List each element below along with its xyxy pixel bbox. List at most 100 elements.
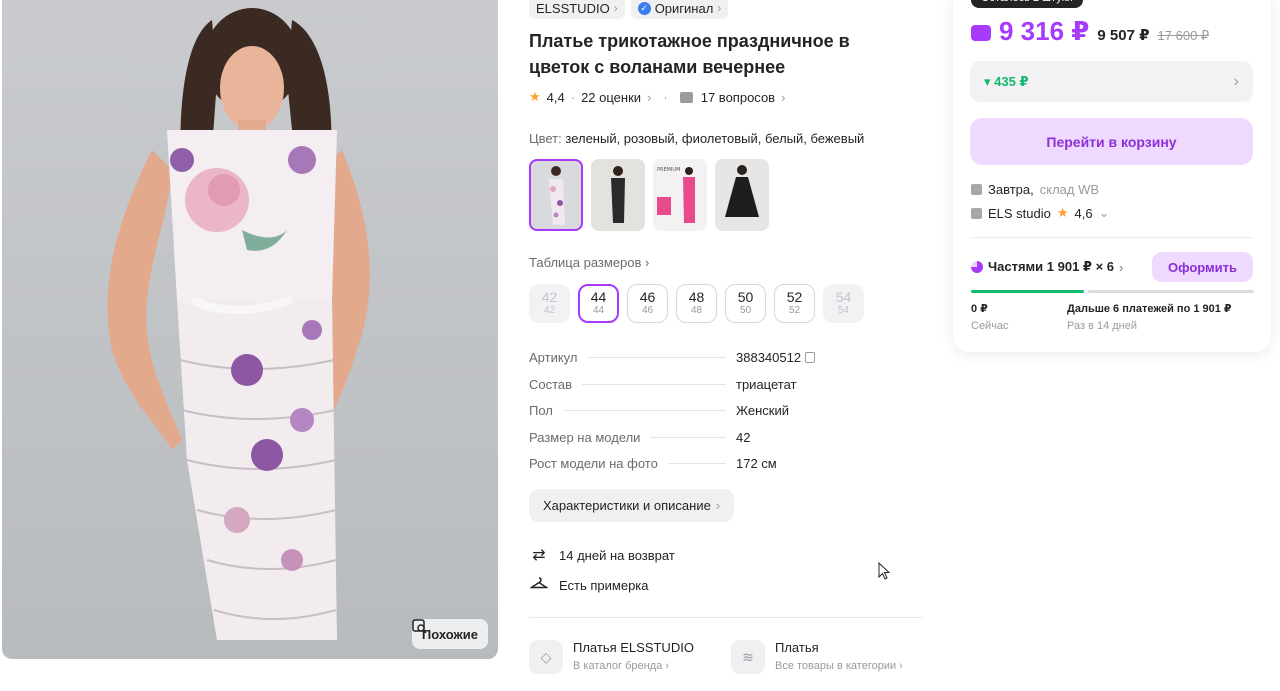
separator-dot: · [663, 89, 668, 105]
rating-row: ★ 4,4 · 22 оценки › · 17 вопросов › [529, 89, 785, 105]
questions-link[interactable]: 17 вопросов [701, 90, 775, 105]
brand-catalog-sub: В каталог бренда › [573, 660, 669, 672]
hanger-svg [529, 577, 549, 589]
seller-name: ELS studio [988, 205, 1051, 221]
copy-icon[interactable] [805, 352, 816, 363]
chevron-down-icon: ⌄ [1098, 205, 1110, 220]
star-icon: ★ [1056, 205, 1069, 220]
pay-later-label: Раз в 14 дней [1067, 320, 1138, 332]
description-button[interactable]: Характеристики и описание › [529, 489, 735, 522]
spec-leader [587, 357, 726, 358]
size-option-52[interactable]: 52 52 [774, 284, 815, 323]
return-label: 14 дней на возврат [559, 547, 675, 563]
spec-row: Артикул 388340512 [529, 350, 829, 377]
color-row: Цвет: зеленый, розовый, фиолетовый, белы… [529, 131, 864, 146]
wallet-icon [971, 25, 991, 41]
spec-value: 42 [736, 429, 751, 445]
product-photo[interactable]: Похожие [2, 0, 498, 659]
color-thumb-black[interactable] [715, 159, 769, 231]
spec-row: Состав триацетат [529, 377, 829, 404]
size-eu: 44 [592, 305, 605, 316]
pay-later: Дальше 6 платежей по 1 901 ₽ Раз в 14 дн… [1067, 302, 1232, 333]
warehouse-label: склад WB [1039, 182, 1100, 197]
article-number: 388340512 [736, 350, 802, 365]
size-eu: 52 [788, 305, 801, 316]
size-eu: 50 [739, 305, 752, 316]
seller-row[interactable]: ELS studio ★ 4,6 ⌄ [971, 205, 1110, 221]
return-arrows-icon: ⇄ [532, 547, 546, 564]
tag-icon: ◇ [529, 640, 563, 674]
return-perk: ⇄ 14 дней на возврат [529, 545, 675, 565]
spec-key: Артикул [529, 350, 578, 365]
reviews-link[interactable]: 22 оценки [581, 90, 641, 105]
spec-leader [667, 463, 726, 464]
go-to-cart-button[interactable]: Перейти в корзину [970, 118, 1253, 165]
spec-value: 388340512 [736, 350, 829, 365]
section-divider [529, 617, 922, 618]
spec-leader [582, 383, 726, 385]
installment-progress-paid [971, 290, 1084, 293]
price-row: 9 316 ₽ 9 507 ₽ 17 600 ₽ [971, 16, 1209, 47]
seller-rating: 4,6 [1074, 205, 1093, 221]
size-ru: 54 [835, 289, 852, 305]
size-table-link[interactable]: Таблица размеров › [529, 255, 649, 270]
pay-now: 0 ₽ Сейчас [971, 302, 1009, 333]
fitting-label: Есть примерка [559, 578, 649, 593]
brand-catalog-title: Платья ELSSTUDIO [573, 640, 694, 655]
category-sub-text: Все товары в категории [775, 660, 897, 672]
similar-button[interactable]: Похожие [411, 619, 488, 649]
size-ru: 46 [639, 289, 656, 305]
installment-progress-remaining [1088, 290, 1254, 293]
size-ru: 44 [590, 289, 607, 305]
spec-row: Рост модели на фото 172 см [529, 456, 829, 483]
thumb-pink-image: PREMIUM [653, 159, 707, 231]
panel-divider [970, 237, 1253, 238]
size-ru: 42 [541, 289, 558, 305]
chevron-right-icon: › [781, 89, 786, 105]
spec-row: Пол Женский [529, 403, 829, 430]
size-option-42: 42 42 [529, 284, 570, 323]
original-chip[interactable]: ✓ Оригинал › [630, 0, 729, 19]
spec-value: Женский [736, 403, 789, 418]
pay-now-label: Сейчас [971, 320, 1009, 332]
description-label: Характеристики и описание [543, 498, 711, 513]
size-ru: 48 [688, 289, 705, 305]
spec-key: Размер на модели [529, 429, 641, 445]
discount-arrow-icon: ▾ [984, 73, 995, 89]
thumb-black-image [591, 159, 645, 231]
color-value: зеленый, розовый, фиолетовый, белый, беж… [565, 131, 865, 146]
pay-now-amount: 0 ₽ [971, 303, 988, 315]
size-option-46[interactable]: 46 46 [627, 284, 668, 323]
discount-row[interactable]: ▾ 435 ₽ › [970, 61, 1253, 102]
size-option-44[interactable]: 44 44 [578, 284, 619, 323]
dress-model-illustration [107, 8, 370, 640]
color-key: Цвет: [529, 131, 562, 146]
delivery-row: Завтра, склад WB [971, 182, 1099, 197]
size-option-50[interactable]: 50 50 [725, 284, 766, 323]
color-thumb-floral[interactable] [529, 159, 583, 231]
spec-value: 172 см [736, 456, 777, 471]
regular-price: 9 507 ₽ [1097, 27, 1150, 44]
size-eu: 48 [690, 305, 703, 316]
brand-catalog-link[interactable]: ◇ Платья ELSSTUDIO В каталог бренда › [529, 640, 694, 674]
chevron-right-icon: › [613, 1, 618, 15]
category-link[interactable]: ≋ Платья Все товары в категории › [731, 640, 903, 674]
fitting-perk: Есть примерка [529, 576, 649, 595]
thumb-premium-label: PREMIUM [657, 167, 680, 173]
installments-pie-icon [971, 261, 983, 273]
order-installments-button[interactable]: Оформить [1152, 252, 1253, 282]
spec-list: Артикул 388340512 Состав триацетат Пол Жен… [529, 350, 829, 483]
installments-link[interactable]: Частями 1 901 ₽ × 6 › [971, 259, 1123, 275]
size-option-54: 54 54 [823, 284, 864, 323]
color-thumb-black-green[interactable] [591, 159, 645, 231]
similar-label: Похожие [421, 626, 478, 642]
color-thumbnails: PREMIUM [529, 159, 769, 231]
product-title: Платье трикотажное праздничное в цветок … [529, 31, 850, 77]
size-option-48[interactable]: 48 48 [676, 284, 717, 323]
brand-chip[interactable]: ELSSTUDIO › [529, 0, 625, 19]
box-icon [971, 184, 982, 195]
pay-later-amount: Дальше 6 платежей по 1 901 ₽ [1067, 303, 1232, 315]
color-thumb-pink[interactable]: PREMIUM [653, 159, 707, 231]
mouse-cursor-icon [878, 562, 891, 580]
spec-key: Состав [529, 376, 573, 392]
